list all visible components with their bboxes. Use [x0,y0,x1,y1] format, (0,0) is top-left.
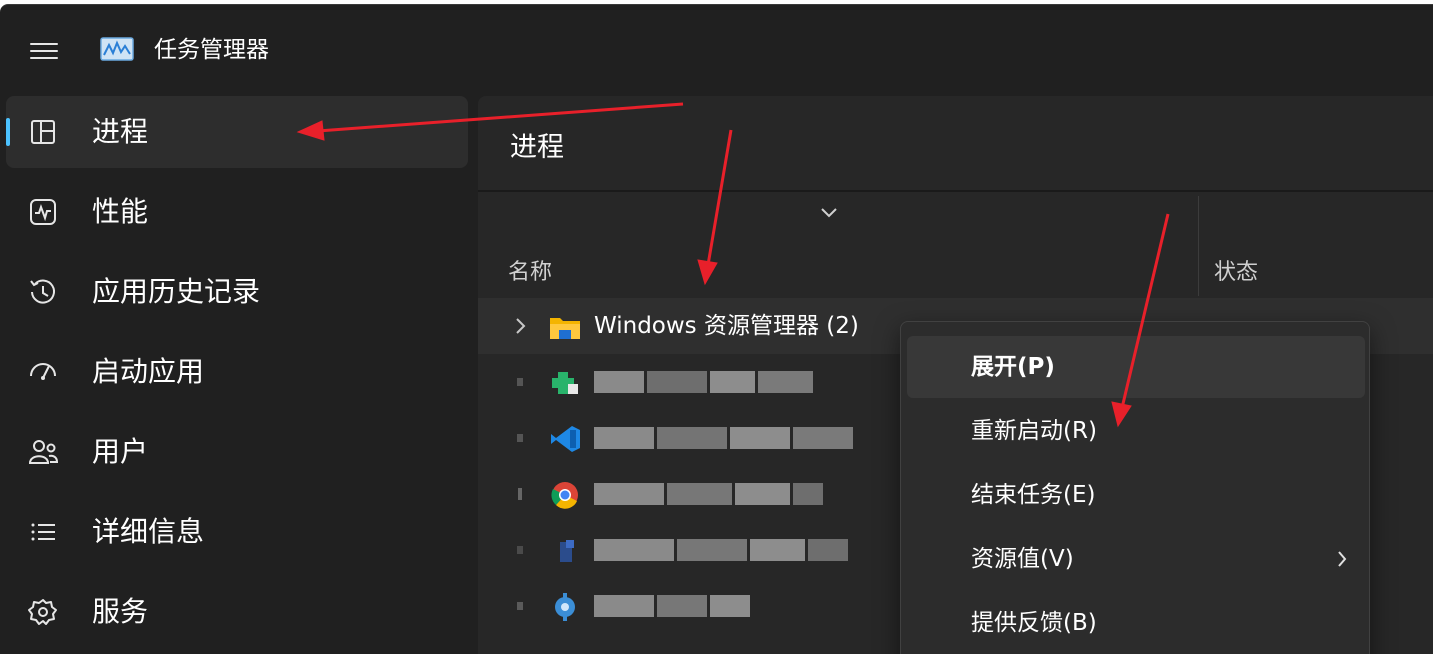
sidebar-item-label: 启动应用 [92,355,205,388]
panel-header: 进程 [478,96,1433,192]
startup-apps-icon [30,363,56,380]
blurred-process-name [594,426,853,450]
sidebar-item-app-history[interactable]: 应用历史记录 [6,256,468,328]
menu-item-label: 资源值(V) [971,546,1074,572]
chevron-right-icon[interactable] [514,372,528,392]
app-title: 任务管理器 [154,37,269,63]
sidebar-item-users[interactable]: 用户 [6,416,468,488]
chevron-down-icon[interactable] [818,206,840,220]
menu-item-label: 展开(P) [971,354,1055,380]
hamburger-menu-icon[interactable] [28,39,60,63]
app-history-icon [30,279,55,304]
menu-item-resource-values[interactable]: 资源值(V) [907,528,1365,590]
chevron-right-icon[interactable] [514,596,528,616]
sidebar-item-details[interactable]: 详细信息 [6,496,468,568]
column-divider[interactable] [1198,196,1199,296]
menu-item-label: 提供反馈(B) [971,610,1097,636]
sidebar-item-label: 性能 [92,195,149,228]
sidebar-item-processes[interactable]: 进程 [6,96,468,168]
task-manager-window: 任务管理器 进程 性能 应用历史记录 启动应用 用户 详细信息 服务 进程 名称… [0,4,1433,654]
services-icon [28,599,57,625]
task-manager-app-icon [100,37,134,61]
context-menu: 展开(P) 重新启动(R) 结束任务(E) 资源值(V) 提供反馈(B) [900,321,1370,654]
blurred-process-name [594,538,848,562]
sidebar-item-label: 详细信息 [92,515,205,548]
menu-item-expand[interactable]: 展开(P) [907,336,1365,398]
sidebar-item-services[interactable]: 服务 [6,576,468,648]
performance-icon [30,199,56,225]
processes-icon [31,120,55,144]
blurred-process-name [594,482,823,506]
sidebar-item-label: 应用历史记录 [92,275,261,308]
sidebar-item-performance[interactable]: 性能 [6,176,468,248]
process-name: Windows 资源管理器 (2) [594,313,859,339]
chevron-right-icon[interactable] [514,428,528,448]
blurred-process-name [594,370,813,394]
file-explorer-icon [550,318,580,339]
sidebar-nav: 进程 性能 应用历史记录 启动应用 用户 详细信息 服务 [0,93,476,654]
sidebar-item-label: 用户 [92,435,149,468]
chrome-icon [551,482,578,509]
blue-app-icon [560,540,574,562]
chevron-right-icon[interactable] [514,316,528,336]
vscode-icon [551,426,580,452]
chevron-right-icon[interactable] [514,540,528,560]
menu-item-feedback[interactable]: 提供反馈(B) [907,592,1365,654]
chevron-right-icon[interactable] [514,484,528,504]
menu-item-restart[interactable]: 重新启动(R) [907,400,1365,462]
menu-item-end-task[interactable]: 结束任务(E) [907,464,1365,526]
title-bar: 任务管理器 [0,5,1433,93]
menu-item-label: 重新启动(R) [971,418,1097,444]
column-header-status[interactable]: 状态 [1214,258,1258,288]
menu-item-label: 结束任务(E) [971,482,1096,508]
blurred-process-name [594,594,750,618]
sidebar-item-startup-apps[interactable]: 启动应用 [6,336,468,408]
active-indicator [6,118,10,146]
users-icon [28,440,59,464]
page-title: 进程 [510,132,564,163]
gear-app-icon [555,593,575,621]
green-app-icon [552,372,578,394]
details-icon [31,523,55,541]
chevron-right-icon [1338,551,1347,567]
sidebar-item-label: 服务 [92,595,149,628]
sidebar-item-label: 进程 [92,115,149,148]
column-header-name[interactable]: 名称 [508,258,552,288]
